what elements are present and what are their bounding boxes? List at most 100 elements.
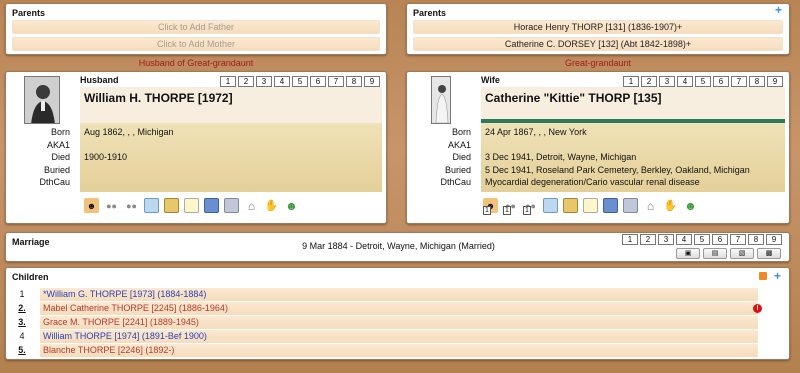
source-icon[interactable]: [224, 198, 239, 213]
tab-9[interactable]: 9: [766, 234, 782, 245]
husband-tabs: 1 2 3 4 5 6 7 8 9: [218, 76, 380, 87]
tab-5[interactable]: 5: [694, 234, 710, 245]
tab-4[interactable]: 4: [274, 76, 290, 87]
fact-aka-value[interactable]: [84, 139, 379, 152]
tab-8[interactable]: 8: [748, 234, 764, 245]
notes-icon[interactable]: ▣: [676, 248, 700, 259]
house-icon[interactable]: ⌂: [244, 198, 259, 213]
fact-label-born: Born: [50, 127, 70, 137]
notes-icon[interactable]: [543, 198, 558, 213]
wife-photo[interactable]: [431, 76, 451, 124]
child-name[interactable]: Mabel Catherine THORPE [2245] (1886-1964…: [40, 302, 758, 315]
tab-2[interactable]: 2: [238, 76, 254, 87]
person-add-icon[interactable]: ☻1: [483, 198, 498, 215]
wife-name[interactable]: Catherine "Kittie" THORP [135]: [481, 87, 785, 119]
media-icon[interactable]: ▩: [757, 248, 781, 259]
tab-5[interactable]: 5: [695, 76, 711, 87]
child-name[interactable]: Blanche THORPE [2246] (1892-): [40, 344, 758, 357]
child-number[interactable]: 2.: [16, 302, 28, 315]
book-icon[interactable]: [603, 198, 618, 213]
husband-relation-label: Husband of Great-grandaunt: [138, 58, 254, 68]
tab-2[interactable]: 2: [640, 234, 656, 245]
list-item[interactable]: 4 William THORPE [1974] (1891-Bef 1900): [6, 330, 758, 343]
child-name[interactable]: William THORPE [1974] (1891-Bef 1900): [40, 330, 758, 343]
fact-label-death-cause: DthCau: [440, 177, 471, 187]
tab-3[interactable]: 3: [256, 76, 272, 87]
tab-6[interactable]: 6: [310, 76, 326, 87]
book-icon[interactable]: [204, 198, 219, 213]
fact-died-value[interactable]: 3 Dec 1941, Detroit, Wayne, Michigan: [485, 151, 783, 164]
wife-relation-label: Great-grandaunt: [564, 58, 632, 68]
fact-buried-value[interactable]: 5 Dec 1941, Roseland Park Cemetery, Berk…: [485, 164, 783, 177]
tab-7[interactable]: 7: [731, 76, 747, 87]
hand-icon[interactable]: ✋: [663, 198, 678, 213]
fact-born-value[interactable]: 24 Apr 1867, , , New York: [485, 126, 783, 139]
tab-9[interactable]: 9: [364, 76, 380, 87]
fact-death-cause-value[interactable]: Myocardial degeneration/Cario vascular r…: [485, 176, 783, 189]
document-icon[interactable]: ▤: [703, 248, 727, 259]
tab-4[interactable]: 4: [676, 234, 692, 245]
add-mother-button[interactable]: Click to Add Mother: [12, 37, 380, 51]
tab-7[interactable]: 7: [328, 76, 344, 87]
document-icon[interactable]: [184, 198, 199, 213]
child-number: 1: [19, 289, 25, 299]
husband-photo[interactable]: [24, 76, 60, 124]
fact-aka-value[interactable]: [485, 139, 783, 152]
group-icon[interactable]: ●●1: [523, 198, 538, 215]
fact-born-value[interactable]: Aug 1862, , , Michigan: [84, 126, 379, 139]
list-item[interactable]: 2. Mabel Catherine THORPE [2245] (1886-1…: [6, 302, 758, 315]
list-item[interactable]: 3. Grace M. THORPE [2241] (1889-1945): [6, 316, 758, 329]
fact-died-value[interactable]: 1900-1910: [84, 151, 379, 164]
child-number[interactable]: 5.: [16, 344, 28, 357]
tab-2[interactable]: 2: [641, 76, 657, 87]
tab-8[interactable]: 8: [346, 76, 362, 87]
document-icon[interactable]: [583, 198, 598, 213]
media-icon[interactable]: [164, 198, 179, 213]
tab-1[interactable]: 1: [623, 76, 639, 87]
wife-fact-labels: Born AKA1 Died Buried DthCau: [425, 126, 471, 189]
panel-title: Parents: [413, 8, 447, 18]
source-icon[interactable]: ▧: [730, 248, 754, 259]
tab-4[interactable]: 4: [677, 76, 693, 87]
group-icon[interactable]: ●●1: [503, 198, 518, 215]
list-item[interactable]: 1 *William G. THORPE [1973] (1884-1884): [6, 288, 758, 301]
house-icon[interactable]: ⌂: [643, 198, 658, 213]
child-number[interactable]: 3.: [16, 316, 28, 329]
list-item[interactable]: 5. Blanche THORPE [2246] (1892-): [6, 344, 758, 357]
fact-death-cause-value[interactable]: [84, 176, 379, 189]
add-child-icon[interactable]: +: [773, 270, 782, 282]
tab-1[interactable]: 1: [220, 76, 236, 87]
media-icon[interactable]: [563, 198, 578, 213]
tab-6[interactable]: 6: [712, 234, 728, 245]
tab-7[interactable]: 7: [730, 234, 746, 245]
person-add-icon[interactable]: ☻: [84, 198, 99, 213]
mother-link[interactable]: Catherine C. DORSEY [132] (Abt 1842-1898…: [413, 37, 783, 51]
count-badge: 1: [523, 206, 531, 215]
rss-icon[interactable]: [759, 272, 767, 280]
father-link[interactable]: Horace Henry THORP [131] (1836-1907)+: [413, 20, 783, 34]
user-icon[interactable]: ☻: [683, 198, 698, 213]
group-icon[interactable]: ●●: [124, 198, 139, 213]
tab-3[interactable]: 3: [658, 234, 674, 245]
tab-5[interactable]: 5: [292, 76, 308, 87]
wife-tabs: 1 2 3 4 5 6 7 8 9: [621, 76, 783, 87]
tab-3[interactable]: 3: [659, 76, 675, 87]
notes-icon[interactable]: [144, 198, 159, 213]
alert-icon[interactable]: !: [753, 304, 762, 313]
add-parents-icon[interactable]: +: [774, 4, 783, 16]
fact-label-buried: Buried: [43, 164, 70, 175]
fact-label-aka: AKA1: [447, 139, 471, 150]
fact-buried-value[interactable]: [84, 164, 379, 177]
add-father-button[interactable]: Click to Add Father: [12, 20, 380, 34]
user-icon[interactable]: ☻: [284, 198, 299, 213]
husband-name[interactable]: William H. THORPE [1972]: [80, 87, 382, 123]
hand-icon[interactable]: ✋: [264, 198, 279, 213]
child-name[interactable]: *William G. THORPE [1973] (1884-1884): [40, 288, 758, 301]
tab-6[interactable]: 6: [713, 76, 729, 87]
tab-8[interactable]: 8: [749, 76, 765, 87]
tab-1[interactable]: 1: [622, 234, 638, 245]
child-name[interactable]: Grace M. THORPE [2241] (1889-1945): [40, 316, 758, 329]
tab-9[interactable]: 9: [767, 76, 783, 87]
source-icon[interactable]: [623, 198, 638, 213]
group-icon[interactable]: ●●: [104, 198, 119, 213]
